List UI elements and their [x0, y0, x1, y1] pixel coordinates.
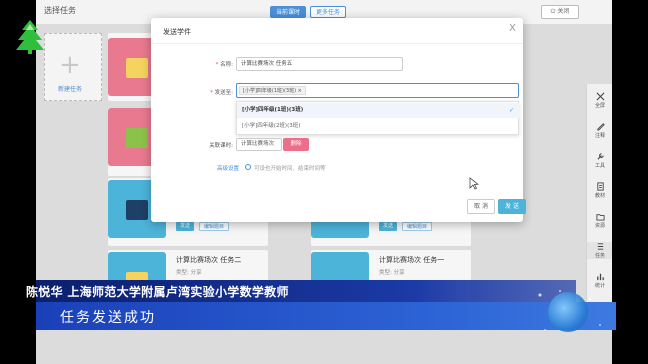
dialog-close-icon[interactable]: X: [509, 23, 516, 34]
name-label: * 名称:: [215, 62, 233, 68]
toolbar-label: 全屏: [594, 103, 605, 109]
send-to-label-text: 发送至:: [214, 90, 233, 96]
selected-class-tag: [小学]四年级(1班)(3班) ×: [239, 86, 306, 95]
dialog-title: 发送学件: [163, 28, 191, 36]
toolbar-label: 注释: [594, 133, 605, 139]
book-icon: [126, 200, 148, 220]
chart-icon: [596, 273, 604, 281]
tag-remove-icon[interactable]: ×: [298, 88, 302, 94]
send-to-label: * 发送至:: [210, 90, 233, 96]
tab-more-tasks[interactable]: 更多任务: [310, 6, 347, 18]
toolbar-resources[interactable]: 资源: [587, 212, 612, 229]
wrench-icon: [596, 153, 604, 160]
toolbar-label: 任务: [594, 253, 605, 259]
toolbar-tools[interactable]: 工具: [587, 152, 612, 169]
caption-subtitle: 任务发送成功: [60, 310, 156, 326]
right-toolbar: 全屏 注释 工具 教材 资源 任务 统计: [586, 84, 612, 304]
pen-icon: [596, 123, 605, 131]
edit-button[interactable]: 编辑题目: [402, 222, 433, 231]
tab-current-lesson[interactable]: 当前课时: [270, 6, 307, 18]
list-icon: [597, 243, 603, 250]
send-button[interactable]: 发送: [176, 222, 195, 231]
new-task-label: 新建任务: [58, 86, 83, 93]
toolbar-label: 资源: [594, 223, 605, 229]
book-icon: [126, 58, 148, 78]
caption-name-line: 陈悦华 上海师范大学附属卢湾实验小学数学教师: [26, 285, 289, 299]
page-title: 选择任务: [44, 6, 76, 15]
class-dropdown: [小学]四年级(1班)(3班) ✓ [小学]四年级(2班)(3班): [236, 101, 520, 135]
tag-label: [小学]四年级(1班)(3班): [243, 88, 297, 94]
send-material-dialog: 发送学件 X * 名称: 计算比赛场次 任务五 * 发送至: [小学]四年级(1…: [151, 18, 526, 222]
mouse-cursor-icon: [469, 177, 479, 190]
fullscreen-icon: [596, 92, 604, 101]
cancel-button[interactable]: 取 消: [467, 199, 495, 214]
edit-button[interactable]: 编辑题目: [199, 222, 230, 231]
toolbar-textbook[interactable]: 教材: [587, 182, 612, 199]
task-type: 类型: 分享: [176, 270, 202, 276]
broadcaster-logo: [16, 20, 44, 54]
task-title: 计算比赛场次 任务一: [379, 256, 445, 264]
send-button[interactable]: 发送: [379, 222, 398, 231]
sparkle-dots-decoration: [538, 290, 601, 331]
book-icon: [126, 128, 148, 148]
power-icon: ⏻: [550, 8, 556, 15]
toolbar-label: 教材: [594, 193, 605, 199]
name-field[interactable]: 计算比赛场次 任务五: [236, 57, 403, 71]
related-lesson-label: 关联课时:: [209, 143, 233, 149]
toolbar-annotate[interactable]: 注释: [587, 122, 612, 139]
close-button-label: 关闭: [557, 8, 570, 15]
hint-text: 可设也开始时间、结束时间等: [254, 166, 326, 172]
check-icon: ✓: [508, 107, 514, 114]
option-label: [小学]四年级(1班)(3班): [242, 107, 304, 113]
plus-icon: +: [59, 50, 81, 80]
toolbar-tasks[interactable]: 任务: [587, 242, 612, 259]
related-lesson-field[interactable]: 计算比赛场次: [236, 138, 282, 151]
dropdown-option[interactable]: [小学]四年级(2班)(3班): [237, 119, 520, 134]
option-label: [小学]四年级(2班)(3班): [242, 123, 301, 129]
close-button[interactable]: ⏻ 关闭: [541, 5, 579, 19]
name-label-text: 名称:: [220, 62, 233, 68]
advanced-settings-link[interactable]: 高级设置: [217, 164, 239, 172]
task-title: 计算比赛场次 任务二: [176, 256, 242, 264]
info-icon: [245, 164, 251, 170]
toolbar-label: 工具: [594, 163, 605, 169]
divider: [151, 43, 523, 44]
folder-icon: [595, 214, 605, 221]
toolbar-fullscreen[interactable]: 全屏: [587, 92, 612, 109]
delete-button[interactable]: 删除: [283, 138, 309, 151]
task-type: 类型: 分享: [379, 270, 405, 276]
document-icon: [596, 182, 604, 191]
dropdown-option[interactable]: [小学]四年级(1班)(3班) ✓: [237, 103, 520, 118]
send-button[interactable]: 发 送: [498, 199, 526, 214]
right-pillarbox: [612, 0, 648, 364]
